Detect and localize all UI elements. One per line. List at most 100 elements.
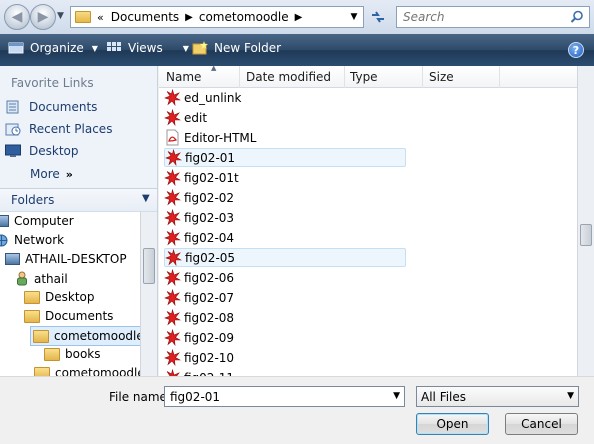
address-dropdown-icon[interactable]: ▼ (345, 7, 363, 27)
breadcrumb-separator-icon[interactable]: ▶ (295, 12, 303, 23)
file-name: fig02-05 (185, 250, 236, 265)
scrollbar-thumb[interactable] (580, 224, 592, 246)
tree-item-label: cometomoodle (54, 329, 140, 343)
file-list-scrollbar[interactable] (577, 66, 594, 376)
file-name-dropdown-icon[interactable]: ▼ (393, 391, 400, 401)
column-header-type[interactable]: Type (350, 70, 378, 84)
breadcrumb-overflow[interactable]: « (97, 11, 104, 24)
pdf-file-icon (166, 129, 179, 146)
file-row[interactable]: fig02-10 (164, 348, 406, 367)
column-header-size[interactable]: Size (429, 70, 454, 84)
tree-item-cometomoodle[interactable]: cometomoodle (30, 326, 140, 346)
tree-item-cometomoodle-2[interactable]: cometomoodle (34, 366, 140, 376)
new-folder-button[interactable]: New Folder (192, 41, 281, 55)
breadcrumb-separator-icon[interactable]: ▶ (185, 12, 193, 23)
favorite-link-label: Recent Places (29, 122, 113, 136)
file-row-hovered[interactable]: fig02-05 (164, 248, 406, 267)
breadcrumb-documents[interactable]: Documents (111, 10, 179, 24)
file-name-input[interactable] (168, 387, 378, 406)
file-row[interactable]: fig02-02 (164, 188, 406, 207)
file-row[interactable]: Editor-HTML (164, 128, 406, 147)
column-divider[interactable] (499, 66, 500, 88)
column-header-name[interactable]: Name (166, 70, 201, 84)
file-row[interactable]: fig02-07 (164, 288, 406, 307)
scrollbar-thumb[interactable] (143, 248, 155, 284)
tree-item-network[interactable]: Network (0, 233, 64, 247)
tree-item-label: Documents (45, 309, 114, 323)
image-file-icon (166, 369, 180, 376)
views-button[interactable]: Views ▼ (106, 41, 189, 55)
forward-button[interactable]: ▶ (30, 4, 56, 30)
command-toolbar: Organize ▼ Views ▼ New Folder ? (0, 34, 594, 66)
search-icon[interactable] (570, 10, 584, 24)
folder-tree-scrollbar[interactable] (140, 212, 157, 376)
breadcrumb-cometomoodle[interactable]: cometomoodle (199, 10, 289, 24)
tree-item-desktop[interactable]: Desktop (24, 290, 95, 304)
breadcrumb[interactable]: « Documents ▶ cometomoodle ▶ ▼ (70, 6, 364, 28)
recent-pages-dropdown[interactable]: ▼ (57, 11, 64, 21)
help-icon[interactable]: ? (568, 42, 584, 58)
file-name-combobox[interactable]: ▼ (164, 386, 405, 407)
image-file-icon (164, 209, 181, 226)
file-row[interactable]: fig02-11 (164, 368, 406, 376)
organize-label: Organize (30, 41, 84, 55)
file-row[interactable]: edit (164, 108, 406, 127)
favorite-link-documents[interactable]: Documents (5, 100, 97, 114)
column-divider[interactable] (422, 66, 423, 88)
image-file-icon (164, 89, 181, 106)
folder-open-icon (33, 329, 49, 343)
file-row[interactable]: fig02-06 (164, 268, 406, 287)
desktop-icon (5, 144, 21, 157)
cancel-button[interactable]: Cancel (505, 413, 578, 435)
column-divider[interactable] (239, 66, 240, 88)
tree-item-label: Computer (14, 214, 74, 228)
file-row[interactable]: fig02-01t (164, 168, 406, 187)
back-button[interactable]: ◀ (4, 4, 30, 30)
favorite-link-desktop[interactable]: Desktop (5, 144, 79, 158)
favorite-link-label: Documents (29, 100, 98, 114)
tree-item-books[interactable]: books (44, 347, 101, 361)
organize-icon (8, 42, 24, 54)
documents-icon (6, 100, 19, 114)
more-links-button[interactable]: More » (30, 167, 73, 181)
file-name: fig02-09 (184, 330, 235, 345)
file-row[interactable]: ed_unlink (164, 88, 406, 107)
user-folder-icon (17, 271, 27, 286)
search-input[interactable] (401, 9, 569, 25)
open-button[interactable]: Open (416, 413, 489, 435)
image-file-icon (164, 229, 181, 246)
recent-places-icon (5, 123, 21, 136)
refresh-button[interactable] (366, 6, 390, 28)
file-name: fig02-06 (184, 270, 235, 285)
tree-item-label: Desktop (45, 290, 95, 304)
collapse-chevron-icon[interactable]: ▼ (142, 193, 150, 204)
file-type-select[interactable]: All Files ▼ (416, 386, 579, 407)
file-name: fig02-02 (184, 190, 235, 205)
column-header-date-modified[interactable]: Date modified (246, 70, 331, 84)
tree-item-athail[interactable]: athail (15, 271, 68, 286)
organize-button[interactable]: Organize ▼ (8, 41, 98, 55)
file-row[interactable]: fig02-08 (164, 308, 406, 327)
file-name: fig02-03 (184, 210, 235, 225)
image-file-icon (164, 349, 181, 366)
tree-item-computer[interactable]: Computer (0, 214, 74, 228)
navigation-pane: Favorite Links Documents Recent Places D… (0, 66, 158, 376)
file-row[interactable]: fig02-09 (164, 328, 406, 347)
tree-item-athail-desktop[interactable]: ATHAIL-DESKTOP (5, 252, 127, 266)
address-bar: ◀ ▶ ▼ « Documents ▶ cometomoodle ▶ ▼ (0, 0, 594, 34)
folder-icon (34, 366, 50, 376)
image-file-icon (164, 289, 181, 306)
column-divider[interactable] (344, 66, 345, 88)
organize-dropdown-icon: ▼ (91, 43, 98, 53)
search-box[interactable] (396, 6, 590, 28)
favorite-link-recent-places[interactable]: Recent Places (5, 122, 112, 136)
image-file-icon (164, 169, 181, 186)
file-row[interactable]: fig02-04 (164, 228, 406, 247)
tree-item-label: cometomoodle (55, 366, 140, 376)
file-type-dropdown-icon[interactable]: ▼ (567, 391, 574, 401)
folders-header[interactable]: Folders ▼ (0, 188, 157, 212)
file-row-selected[interactable]: fig02-01 (164, 148, 406, 167)
tree-item-documents[interactable]: Documents (24, 309, 113, 323)
file-name: fig02-01 (185, 150, 236, 165)
file-row[interactable]: fig02-03 (164, 208, 406, 227)
